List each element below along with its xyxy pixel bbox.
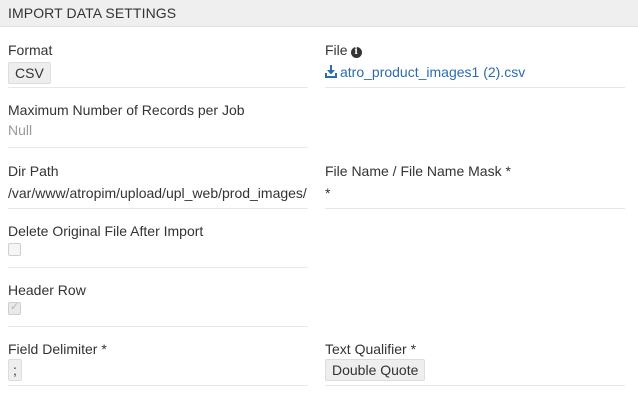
file-name[interactable]: atro_product_images1 (2).csv — [340, 64, 525, 80]
text-qualifier-value: Double Quote — [325, 359, 426, 381]
divider — [8, 326, 308, 327]
divider — [8, 147, 308, 148]
field-delimiter-value: ; — [8, 359, 22, 381]
text-qualifier-label: Text Qualifier * — [325, 341, 417, 357]
file-name-mask-value: * — [325, 185, 331, 201]
divider — [325, 385, 625, 386]
dir-path-label: Dir Path — [8, 163, 59, 179]
divider — [325, 208, 625, 209]
max-records-value: Null — [8, 122, 33, 138]
delete-original-checkbox[interactable] — [8, 243, 21, 256]
file-download-link[interactable]: atro_product_images1 (2).csv — [325, 64, 525, 80]
divider — [8, 208, 308, 209]
dir-path-value: /var/www/atropim/upload/upl_web/prod_ima… — [8, 185, 307, 201]
check-icon: ✓ — [10, 301, 20, 313]
divider — [8, 385, 308, 386]
max-records-label: Maximum Number of Records per Job — [8, 102, 245, 118]
format-label: Format — [8, 42, 53, 58]
file-name-mask-label: File Name / File Name Mask * — [325, 163, 511, 179]
download-icon — [325, 65, 337, 78]
file-label-text: File — [325, 42, 348, 58]
field-delimiter-label: Field Delimiter * — [8, 341, 107, 357]
header-row-checkbox[interactable]: ✓ — [8, 301, 21, 315]
header-row-label: Header Row — [8, 282, 86, 298]
file-label: File i — [325, 42, 362, 58]
info-circle-icon[interactable]: i — [350, 47, 362, 58]
format-value: CSV — [8, 62, 51, 84]
delete-original-label: Delete Original File After Import — [8, 223, 204, 239]
divider — [325, 87, 625, 88]
divider — [8, 87, 308, 88]
divider — [8, 267, 308, 268]
panel-title: IMPORT DATA SETTINGS — [8, 5, 177, 21]
panel-header: IMPORT DATA SETTINGS — [0, 0, 638, 27]
